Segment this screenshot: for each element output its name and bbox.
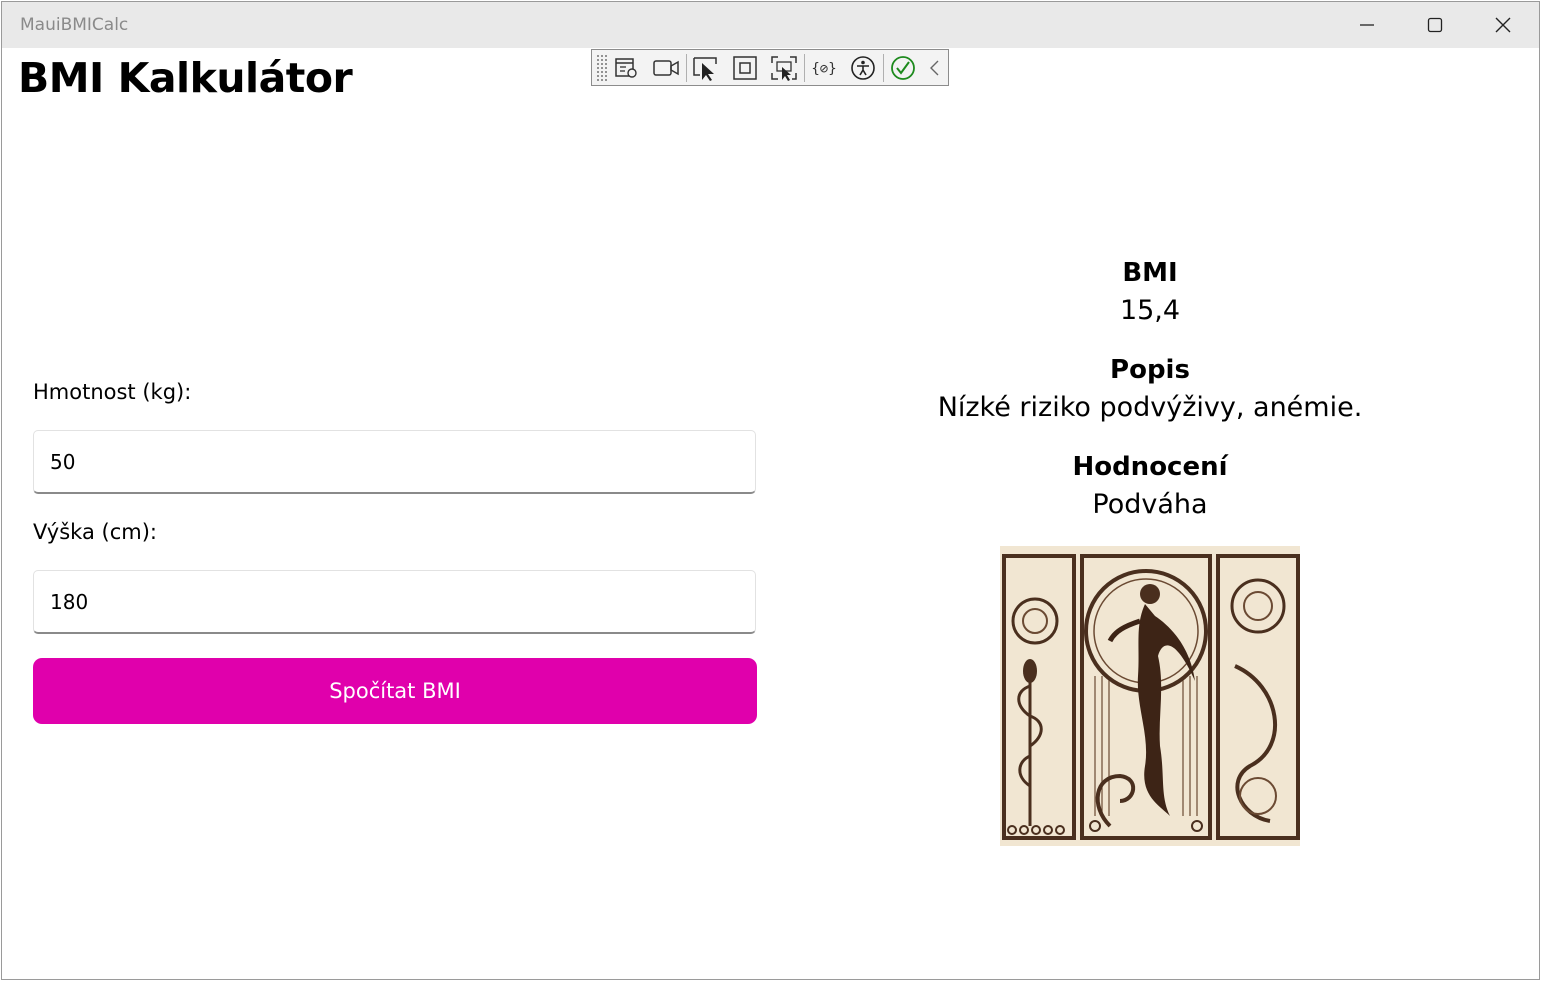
rating-heading: Hodnocení [1072, 452, 1228, 482]
close-icon [1495, 17, 1511, 33]
select-element-icon [693, 56, 717, 81]
calculate-bmi-button[interactable]: Spočítat BMI [33, 658, 757, 724]
description-heading: Popis [1110, 355, 1190, 385]
accessibility-checker-button[interactable] [844, 50, 883, 85]
collapse-chevron-icon [930, 60, 939, 75]
live-visual-tree-button[interactable] [608, 50, 647, 85]
minimize-icon [1360, 24, 1374, 26]
title-bar: MauiBMICalc [2, 2, 1539, 48]
display-layout-adorners-button[interactable] [726, 50, 765, 85]
select-element-button[interactable] [687, 50, 726, 85]
page-title: BMI Kalkulátor [18, 54, 353, 102]
track-focused-element-icon [771, 55, 797, 81]
maximize-icon [1427, 17, 1443, 33]
art-nouveau-figure-image [1000, 546, 1300, 846]
height-input[interactable] [33, 570, 756, 634]
description-value: Nízké riziko podvýživy, anémie. [937, 392, 1363, 423]
accessibility-icon [851, 55, 875, 80]
window-title: MauiBMICalc [20, 15, 129, 35]
bmi-heading: BMI [1122, 258, 1178, 288]
rating-value: Podváha [1092, 489, 1208, 520]
weight-input[interactable] [33, 430, 756, 494]
close-button[interactable] [1469, 2, 1537, 48]
svg-text:{⊘}: {⊘} [812, 61, 836, 77]
track-focused-element-button[interactable] [765, 50, 804, 85]
check-icon [891, 55, 916, 80]
record-button[interactable] [647, 50, 686, 85]
binding-failures-button[interactable]: {⊘} [805, 50, 844, 85]
binding-failures-icon: {⊘} [812, 61, 836, 77]
collapse-toolbar-button[interactable] [923, 50, 948, 85]
weight-label: Hmotnost (kg): [33, 380, 192, 404]
live-visual-tree-icon [615, 57, 637, 78]
app-window: MauiBMICalc {⊘} BMI Kalkulátor Hmotnost … [1, 1, 1540, 980]
status-check-button[interactable] [884, 50, 923, 85]
height-label: Výška (cm): [33, 520, 157, 544]
bmi-value: 15,4 [1119, 295, 1181, 326]
xaml-debug-toolbar: {⊘} [591, 49, 949, 86]
record-icon [653, 59, 679, 76]
maximize-button[interactable] [1401, 2, 1469, 48]
display-layout-adorners-icon [733, 55, 757, 80]
minimize-button[interactable] [1333, 2, 1401, 48]
toolbar-grip[interactable] [596, 53, 608, 82]
